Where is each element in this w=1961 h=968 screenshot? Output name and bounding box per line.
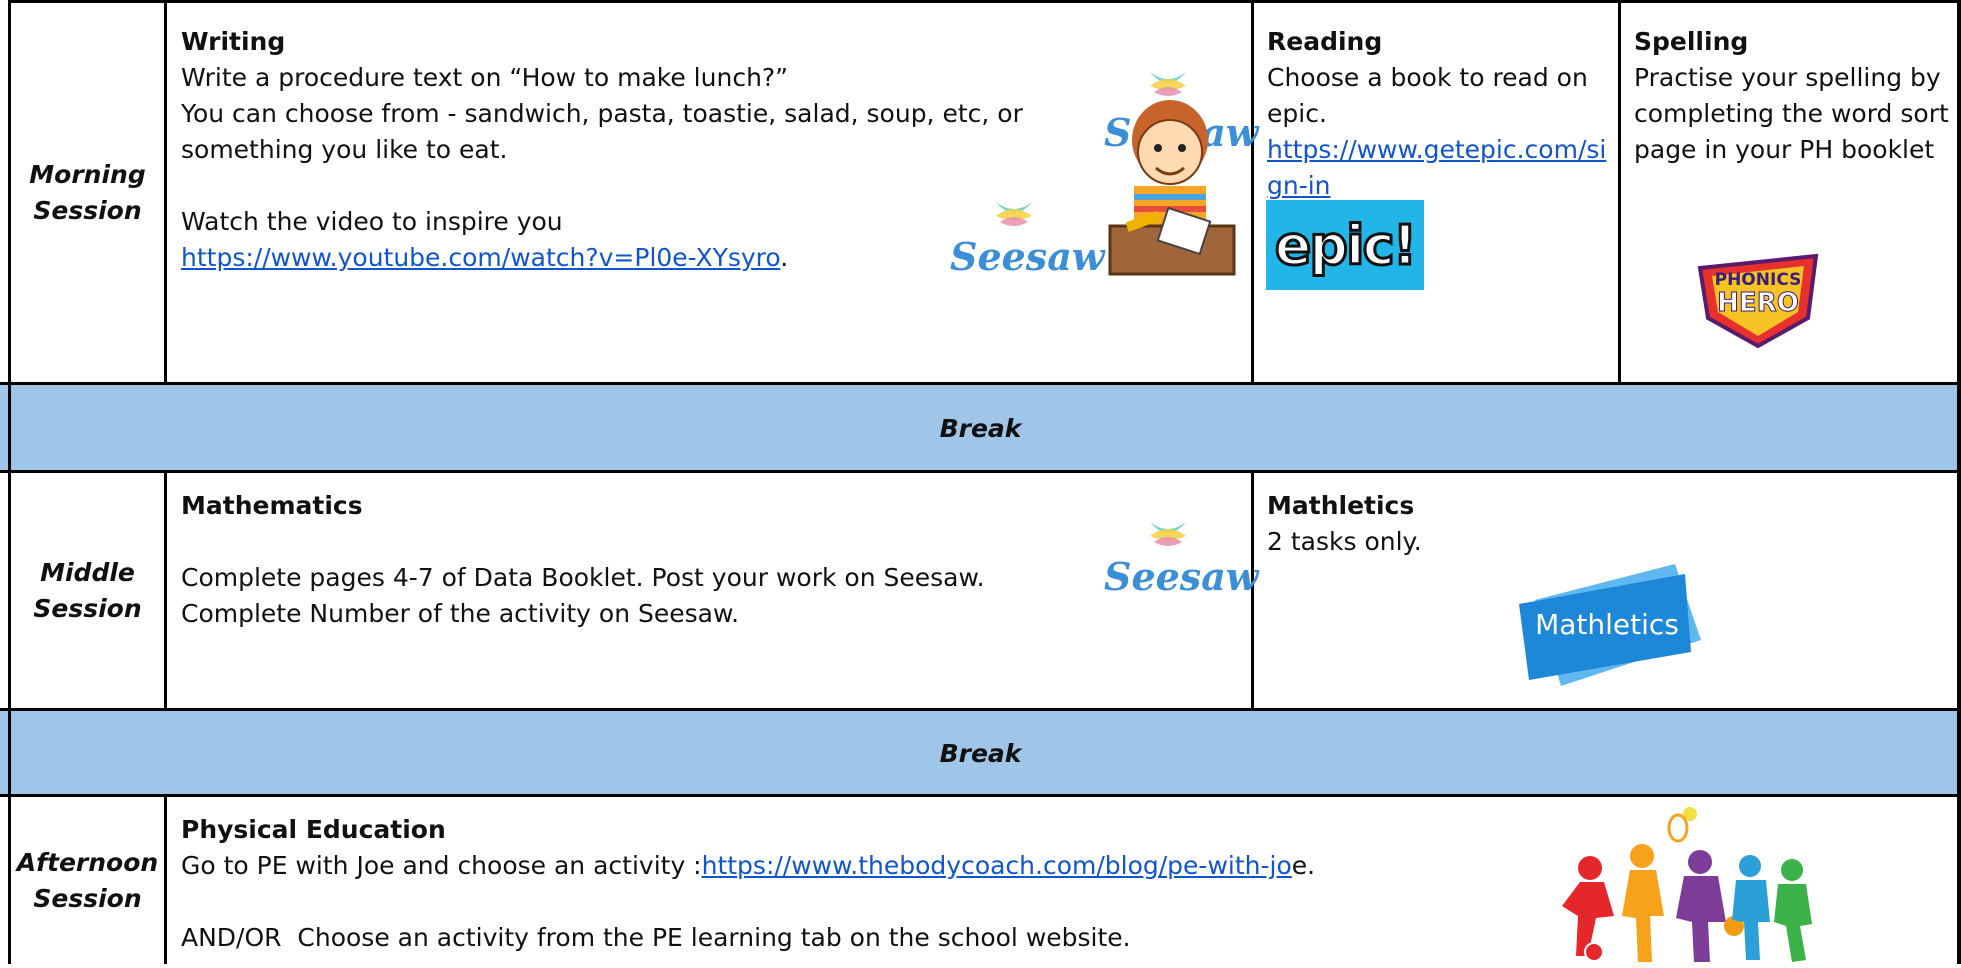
pe-instructions-2: AND/OR Choose an activity from the PE le…	[181, 923, 1131, 952]
reading-cell: Reading Choose a book to read on epic. h…	[1267, 24, 1607, 204]
seesaw-wordmark: Seesaw	[950, 234, 1105, 279]
morning-session-label: Morning Session	[11, 3, 164, 382]
pe-instructions-suffix: e.	[1291, 851, 1316, 880]
mathletics-cell: Mathletics 2 tasks only.	[1267, 488, 1867, 560]
mathletics-title: Mathletics	[1267, 491, 1415, 520]
pe-title: Physical Education	[181, 815, 446, 844]
mathletics-logo: Mathletics	[1505, 560, 1705, 690]
spelling-title: Spelling	[1634, 27, 1749, 56]
spelling-instructions: Practise your spelling by completing the…	[1634, 63, 1957, 164]
phonics-hero-text-2: HERO	[1717, 288, 1800, 319]
break-label: Break	[939, 738, 1022, 768]
mathletics-instructions: 2 tasks only.	[1267, 527, 1422, 556]
boy-writing-illustration	[1104, 86, 1236, 282]
reading-instructions: Choose a book to read on epic.	[1267, 63, 1596, 128]
writing-instructions-2: You can choose from - sandwich, pasta, t…	[181, 99, 1031, 164]
seesaw-logo: Seesaw	[950, 196, 1110, 286]
session-label-text: Middle Session	[33, 557, 142, 623]
session-label-text: Morning Session	[29, 159, 146, 225]
mathematics-instructions-1: Complete pages 4-7 of Data Booklet. Post…	[181, 563, 985, 592]
phonics-hero-text-1: PHONICS	[1714, 270, 1802, 290]
mathematics-cell: Mathematics Complete pages 4-7 of Data B…	[181, 488, 1041, 632]
phonics-hero-logo: PHONICS HERO	[1690, 248, 1826, 349]
link-suffix: .	[780, 243, 789, 272]
mathematics-title: Mathematics	[181, 491, 363, 520]
pe-instructions-prefix: Go to PE with Joe and choose an activity…	[181, 851, 702, 880]
epic-link[interactable]: https://www.getepic.com/sign-in	[1267, 135, 1606, 200]
pe-cell: Physical Education Go to PE with Joe and…	[181, 812, 1581, 956]
spelling-cell: Spelling Practise your spelling by compl…	[1634, 24, 1956, 168]
column-divider	[1618, 0, 1621, 384]
column-divider	[164, 472, 167, 710]
seesaw-icon	[996, 202, 1032, 226]
table-border-right	[1957, 0, 1961, 964]
mathematics-instructions-2: Complete Number of the activity on Seesa…	[181, 599, 740, 628]
sports-silhouettes-illustration	[1560, 806, 1812, 964]
epic-wordmark: epic!	[1273, 212, 1418, 278]
writing-title: Writing	[181, 27, 286, 56]
row-divider	[0, 382, 1961, 385]
session-label-text: Afternoon Session	[16, 847, 159, 913]
writing-instructions-3: Watch the video to inspire you	[181, 207, 563, 236]
seesaw-wordmark: Seesaw	[1104, 554, 1259, 599]
row-divider	[0, 470, 1961, 473]
break-row-1: Break	[0, 384, 1961, 472]
boy-writing-icon	[1108, 100, 1236, 276]
row-divider	[0, 708, 1961, 711]
middle-session-label: Middle Session	[11, 473, 164, 708]
epic-logo: epic!	[1266, 200, 1424, 290]
column-divider	[164, 0, 167, 384]
sports-silhouettes-icon	[1562, 807, 1812, 962]
row-divider	[0, 794, 1961, 797]
column-divider	[164, 796, 167, 964]
afternoon-session-label: Afternoon Session	[11, 797, 164, 964]
reading-title: Reading	[1267, 27, 1383, 56]
pe-with-joe-link[interactable]: https://www.thebodycoach.com/blog/pe-wit…	[702, 851, 1292, 880]
table-border-top	[8, 0, 1961, 3]
writing-cell: Writing Write a procedure text on “How t…	[181, 24, 1061, 276]
break-label: Break	[939, 413, 1022, 443]
mathletics-wordmark: Mathletics	[1535, 608, 1679, 641]
writing-instructions-1: Write a procedure text on “How to make l…	[181, 63, 789, 92]
seesaw-logo: Seesaw	[1098, 516, 1259, 606]
youtube-video-link[interactable]: https://www.youtube.com/watch?v=Pl0e-XYs…	[181, 243, 780, 272]
break-row-2: Break	[0, 710, 1961, 796]
column-divider	[1251, 0, 1254, 384]
seesaw-icon	[1150, 522, 1186, 546]
